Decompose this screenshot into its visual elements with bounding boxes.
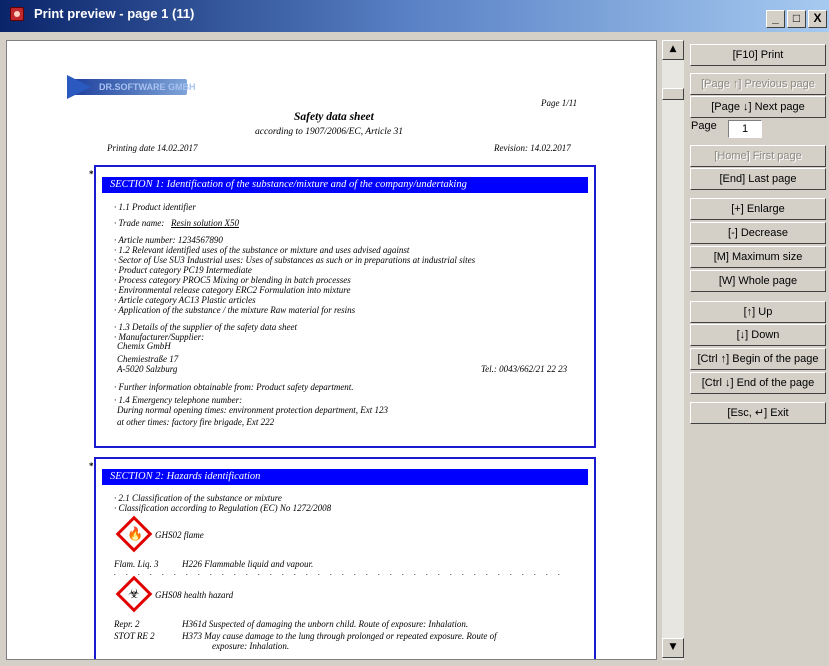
text-line: · Classification according to Regulation… <box>114 503 332 513</box>
text-line: · Product category PC19 Intermediate <box>114 265 252 275</box>
up-button[interactable]: [↑] Up <box>690 301 826 323</box>
exit-button[interactable]: [Esc, ↵] Exit <box>690 402 826 424</box>
previous-page-button[interactable]: [Page ↑] Previous page <box>690 73 826 95</box>
text-line: · 1.4 Emergency telephone number: <box>114 395 243 405</box>
next-page-button[interactable]: [Page ↓] Next page <box>690 96 826 118</box>
last-page-button[interactable]: [End] Last page <box>690 168 826 190</box>
doc-title: Safety data sheet <box>294 111 374 123</box>
text-line: Tel.: 0043/662/21 22 23 <box>481 364 568 374</box>
logo-text: DR.SOFTWARE GMBH <box>99 82 196 92</box>
app-icon <box>10 7 24 21</box>
printing-date: Printing date 14.02.2017 <box>107 143 198 153</box>
section-2: SECTION 2: Hazards identification <box>94 457 596 659</box>
maximize-button[interactable]: □ <box>787 10 806 28</box>
section-2-title: SECTION 2: Hazards identification <box>102 469 588 485</box>
print-button[interactable]: [F10] Print <box>690 44 826 66</box>
text-line: · Environmental release category ERC2 Fo… <box>114 285 351 295</box>
page-number-input[interactable]: 1 <box>728 120 762 138</box>
command-panel: [F10] Print [Page ↑] Previous page [Page… <box>688 40 829 666</box>
text-line: · Process category PROC5 Mixing or blend… <box>114 275 351 285</box>
text-line: During normal opening times: environment… <box>117 405 389 415</box>
trade-name-value: Resin solution X50 <box>171 218 239 228</box>
logo-arrow-icon <box>67 75 91 99</box>
maximum-size-button[interactable]: [M] Maximum size <box>690 246 826 268</box>
scroll-thumb[interactable] <box>662 88 684 100</box>
scroll-down-arrow-icon[interactable]: ▼ <box>662 638 684 658</box>
text-line: · 1.1 Product identifier <box>114 202 196 212</box>
text-line: · 1.3 Details of the supplier of the saf… <box>114 322 297 332</box>
first-page-button[interactable]: [Home] First page <box>690 145 826 167</box>
window-title: Print preview - page 1 (11) <box>34 6 195 21</box>
text-line: at other times: factory fire brigade, Ex… <box>117 417 275 427</box>
down-button[interactable]: [↓] Down <box>690 324 826 346</box>
text-line: Chemix GmbH <box>117 341 171 351</box>
text-line: · Sector of Use SU3 Industrial uses: Use… <box>114 255 476 265</box>
text-line: exposure: Inhalation. <box>212 641 290 651</box>
vertical-scrollbar[interactable]: ▲ ▼ <box>662 40 684 660</box>
text-line: Repr. 2 <box>114 619 140 629</box>
change-marker: * <box>89 169 94 179</box>
doc-subtitle: according to 1907/2006/EC, Article 31 <box>255 127 404 137</box>
print-preview-window: Print preview - page 1 (11) _ □ X DR.SOF… <box>0 0 829 666</box>
revision-date: Revision: 14.02.2017 <box>494 143 571 153</box>
scroll-up-arrow-icon[interactable]: ▲ <box>662 40 684 60</box>
section-1-title: SECTION 1: Identification of the substan… <box>102 177 588 193</box>
page-label: Page <box>691 120 717 132</box>
close-button[interactable]: X <box>808 10 827 28</box>
document-page: DR.SOFTWARE GMBH Page 1/11 Safety data s… <box>7 41 656 659</box>
minimize-button[interactable]: _ <box>766 10 785 28</box>
pictogram-label: GHS08 health hazard <box>155 590 234 600</box>
enlarge-button[interactable]: [+] Enlarge <box>690 198 826 220</box>
text-line: Chemiestraße 17 <box>117 354 179 364</box>
text-line: STOT RE 2 <box>114 631 155 641</box>
text-line: · 2.1 Classification of the substance or… <box>114 493 282 503</box>
whole-page-button[interactable]: [W] Whole page <box>690 270 826 292</box>
preview-viewport[interactable]: DR.SOFTWARE GMBH Page 1/11 Safety data s… <box>6 40 657 660</box>
text-line: · 1.2 Relevant identified uses of the su… <box>114 245 410 255</box>
page-number: Page 1/11 <box>541 98 578 108</box>
text-line: · Article number: 1234567890 <box>114 235 223 245</box>
title-bar: Print preview - page 1 (11) _ □ X <box>0 0 829 32</box>
text-line: · Article category AC13 Plastic articles <box>114 295 256 305</box>
pictogram-label: GHS02 flame <box>155 530 204 540</box>
change-marker: * <box>89 461 94 471</box>
text-line: · Application of the substance / the mix… <box>114 305 356 315</box>
text-line: A-5020 Salzburg <box>117 364 178 374</box>
decrease-button[interactable]: [-] Decrease <box>690 222 826 244</box>
end-of-page-button[interactable]: [Ctrl ↓] End of the page <box>690 372 826 394</box>
begin-of-page-button[interactable]: [Ctrl ↑] Begin of the page <box>690 348 826 370</box>
text-line: H373 May cause damage to the lung throug… <box>182 631 497 641</box>
text-line: · Further information obtainable from: P… <box>114 382 354 392</box>
text-line: · Trade name: <box>114 218 165 228</box>
text-line: H361d Suspected of damaging the unborn c… <box>182 619 469 629</box>
dotted-separator: . . . . . . . . . . . . . . . . . . . . … <box>114 568 564 577</box>
